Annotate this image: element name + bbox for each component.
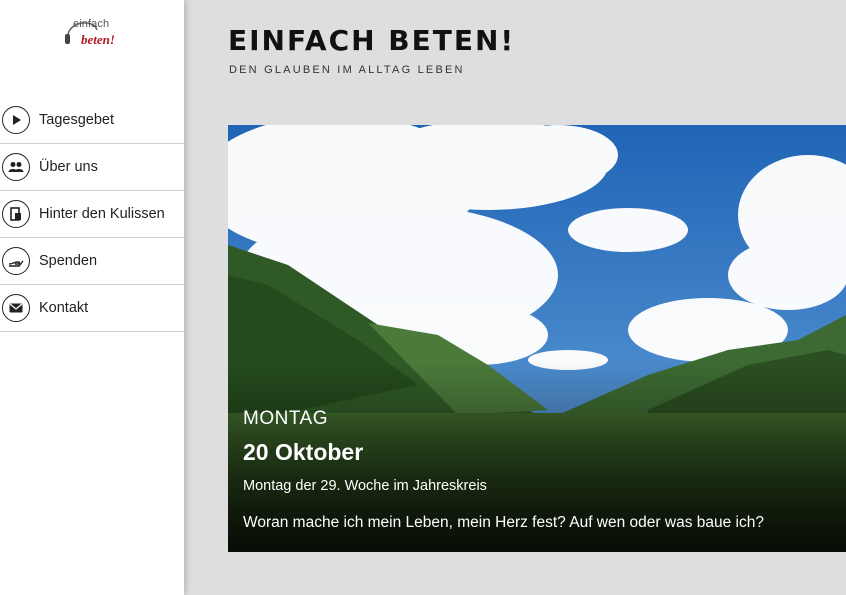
logo-text-beten: beten! [81, 32, 115, 47]
nav-item-hinter-den-kulissen[interactable]: Hinter den Kulissen [0, 191, 184, 238]
nav-item-spenden[interactable]: Spenden [0, 238, 184, 285]
nav-item-tagesgebet[interactable]: Tagesgebet [0, 97, 184, 144]
nav-label: Kontakt [39, 300, 89, 316]
date-label: 20 Oktober [243, 439, 364, 465]
door-icon [2, 200, 30, 228]
nav-label: Über uns [39, 159, 98, 175]
users-icon [2, 153, 30, 181]
donate-hand-icon [2, 247, 30, 275]
weekday-label: MONTAG [243, 408, 328, 429]
nav-item-kontakt[interactable]: Kontakt [0, 285, 184, 332]
page-title: EINFACH BETEN! [228, 24, 516, 57]
page-subtitle: DEN GLAUBEN IM ALLTAG LEBEN [229, 64, 465, 76]
play-icon [2, 106, 30, 134]
nav-item-ueber-uns[interactable]: Über uns [0, 144, 184, 191]
prayer-question: Woran mache ich mein Leben, mein Herz fe… [243, 514, 764, 531]
sidebar: einfach beten! Tagesgebet Über uns Hinte… [0, 0, 184, 595]
site-logo[interactable]: einfach beten! [63, 14, 121, 54]
nav-label: Spenden [39, 253, 98, 269]
daily-prayer-card[interactable]: MONTAG 20 Oktober Montag der 29. Woche i… [228, 125, 846, 552]
liturgical-day-label: Montag der 29. Woche im Jahreskreis [243, 478, 487, 494]
main-nav: Tagesgebet Über uns Hinter den Kulissen [0, 97, 184, 332]
envelope-icon [2, 294, 30, 322]
nav-label: Tagesgebet [39, 112, 114, 128]
nav-label: Hinter den Kulissen [39, 206, 165, 222]
logo-text-einfach: einfach [73, 18, 110, 30]
